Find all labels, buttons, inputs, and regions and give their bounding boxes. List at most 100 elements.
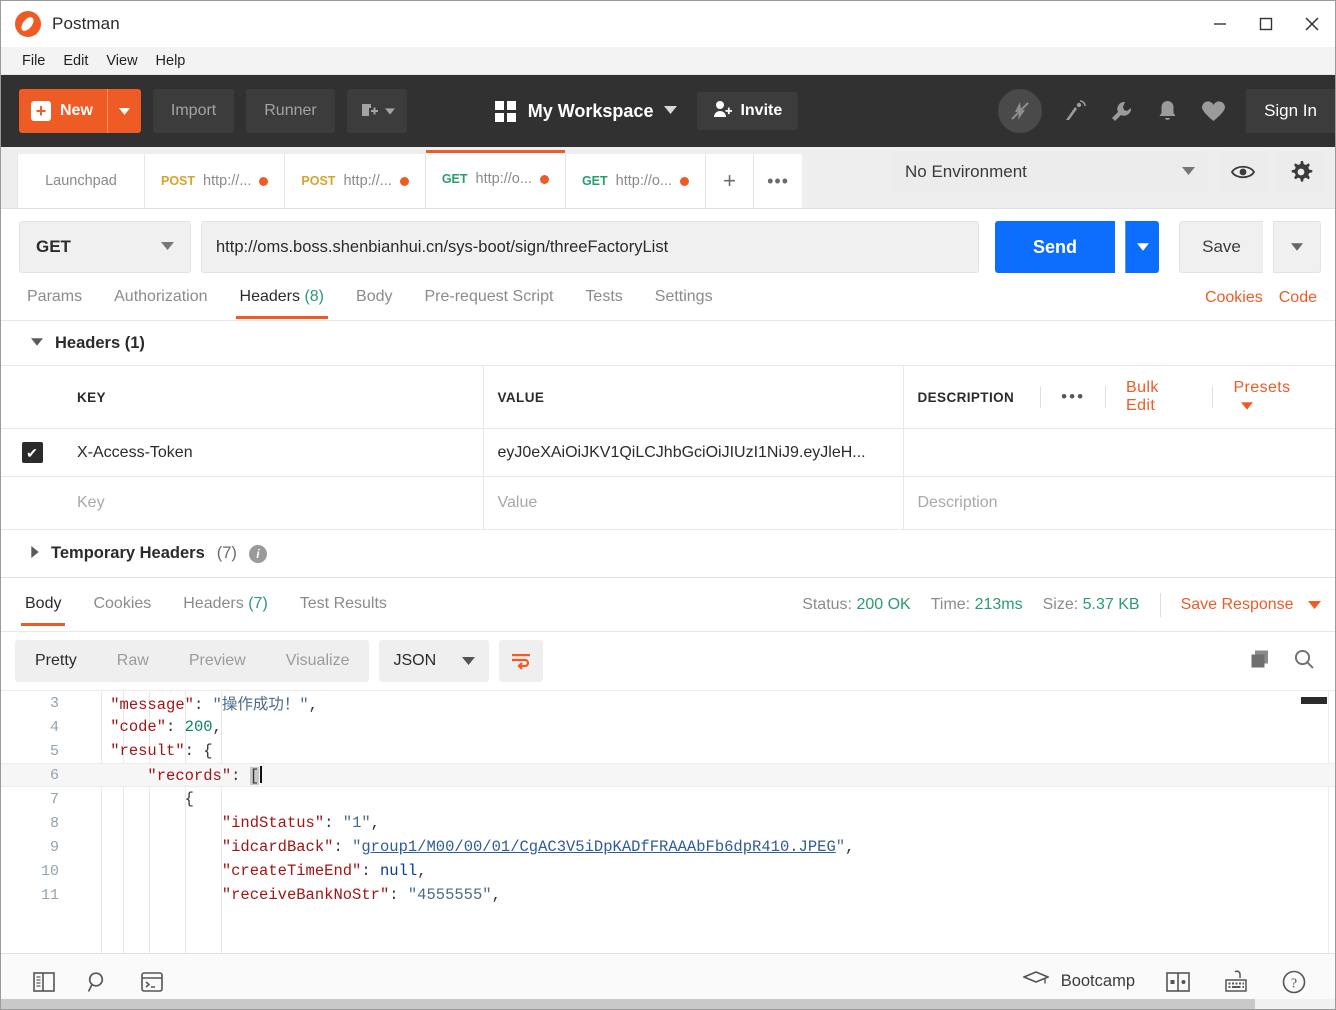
send-dropdown-caret[interactable]	[1125, 221, 1159, 273]
satellite-icon[interactable]	[1052, 88, 1098, 134]
code-line[interactable]: 8 "indStatus": "1",	[1, 811, 1335, 835]
heart-icon[interactable]	[1190, 88, 1236, 134]
table-row[interactable]: ✔ X-Access-Token eyJ0eXAiOiJKV1QiLCJhbGc…	[1, 428, 1335, 477]
environment-selector[interactable]: No Environment	[891, 151, 1209, 193]
new-tab-button[interactable]: +	[706, 154, 755, 208]
response-body-viewer[interactable]: 3 "message": "操作成功！", 4 "code": 200, 5 "re…	[1, 690, 1335, 953]
menu-help[interactable]: Help	[147, 51, 195, 71]
minimize-icon[interactable]	[1197, 1, 1243, 47]
code-line[interactable]: 3 "message": "操作成功！",	[1, 691, 1335, 715]
tab-body[interactable]: Body	[340, 278, 408, 318]
workspace-selector[interactable]: My Workspace	[494, 100, 678, 122]
tab-request-2[interactable]: POST http://...	[285, 154, 426, 208]
send-button[interactable]: Send	[995, 221, 1115, 273]
tab-params[interactable]: Params	[11, 278, 98, 318]
header-value-cell[interactable]: eyJ0eXAiOiJKV1QiLCJhbGciOiJIUzI1NiJ9.eyJ…	[483, 428, 904, 477]
tab-response-body[interactable]: Body	[9, 585, 77, 626]
tab-authorization[interactable]: Authorization	[98, 278, 223, 318]
code-line[interactable]: 5 "result": {	[1, 739, 1335, 763]
cookies-link[interactable]: Cookies	[1205, 289, 1263, 307]
tab-response-cookies[interactable]: Cookies	[77, 585, 167, 625]
tabs-more-button[interactable]: •••	[754, 154, 803, 208]
bulk-edit-button[interactable]: Bulk Edit	[1106, 379, 1212, 415]
eye-icon[interactable]	[1219, 151, 1267, 193]
new-dropdown-caret[interactable]	[106, 89, 141, 133]
row-checkbox-cell[interactable]	[1, 476, 63, 530]
method-selector[interactable]: GET	[19, 221, 191, 273]
url-input[interactable]: http://oms.boss.shenbianhui.cn/sys-boot/…	[201, 221, 979, 273]
menu-view[interactable]: View	[97, 51, 146, 71]
tab-request-1[interactable]: POST http://...	[145, 154, 286, 208]
code-line[interactable]: 11 "receiveBankNoStr": "4555555",	[1, 883, 1335, 907]
tab-settings[interactable]: Settings	[639, 278, 729, 318]
menu-bar: File Edit View Help	[1, 47, 1335, 75]
find-icon[interactable]	[71, 962, 125, 1002]
tab-tests[interactable]: Tests	[569, 278, 638, 318]
code-line[interactable]: 6 "records": [	[1, 763, 1335, 787]
invite-label: Invite	[740, 102, 783, 119]
tab-request-3-active[interactable]: GET http://o...	[425, 150, 566, 208]
tab-headers[interactable]: Headers (8)	[224, 278, 341, 319]
tab-test-results[interactable]: Test Results	[284, 585, 403, 625]
word-wrap-icon[interactable]	[499, 640, 544, 682]
new-collection-icon[interactable]	[346, 89, 407, 133]
headers-more-button[interactable]: •••	[1041, 387, 1105, 407]
save-button[interactable]: Save	[1179, 221, 1263, 273]
menu-edit[interactable]: Edit	[54, 51, 97, 71]
search-icon[interactable]	[1293, 648, 1315, 675]
new-header-key-input[interactable]: Key	[63, 476, 484, 530]
sidebar-toggle-icon[interactable]	[17, 962, 71, 1002]
table-row-empty[interactable]: Key Value Description	[1, 476, 1335, 530]
sign-in-button[interactable]: Sign In	[1246, 89, 1335, 133]
gear-icon[interactable]	[1277, 151, 1325, 193]
maximize-icon[interactable]	[1243, 1, 1289, 47]
copy-icon[interactable]	[1249, 648, 1271, 675]
column-description: DESCRIPTION ••• Bulk Edit Presets	[903, 365, 1335, 429]
keyboard-shortcuts-icon[interactable]	[1209, 962, 1263, 1002]
tab-pre-request-script[interactable]: Pre-request Script	[408, 278, 569, 318]
bell-icon[interactable]	[1144, 88, 1190, 134]
new-button[interactable]: + New	[19, 89, 141, 133]
invite-button[interactable]: Invite	[697, 92, 799, 130]
language-selector[interactable]: JSON	[379, 640, 490, 682]
temporary-headers-section[interactable]: Temporary Headers (7) i	[1, 530, 1335, 578]
bootcamp-button[interactable]: Bootcamp	[1021, 970, 1147, 993]
help-icon[interactable]: ?	[1267, 962, 1321, 1002]
import-button[interactable]: Import	[152, 89, 235, 133]
new-header-value-input[interactable]: Value	[483, 476, 904, 530]
info-icon[interactable]: i	[248, 544, 267, 563]
code-line[interactable]: 4 "code": 200,	[1, 715, 1335, 739]
code-line[interactable]: 7 {	[1, 787, 1335, 811]
code-line[interactable]: 10 "createTimeEnd": null,	[1, 859, 1335, 883]
checkbox-empty-icon[interactable]	[22, 490, 43, 511]
two-pane-layout-icon[interactable]	[1151, 962, 1205, 1002]
header-key-cell[interactable]: X-Access-Token	[63, 428, 484, 477]
chevron-down-icon	[1233, 397, 1254, 414]
format-visualize[interactable]: Visualize	[266, 652, 370, 670]
format-preview[interactable]: Preview	[169, 652, 266, 670]
save-dropdown-caret[interactable]	[1273, 221, 1321, 273]
tab-request-4[interactable]: GET http://o...	[565, 154, 707, 208]
checkbox-checked-icon[interactable]: ✔	[21, 442, 43, 463]
row-checkbox-cell[interactable]: ✔	[1, 428, 63, 477]
horizontal-scrollbar[interactable]	[1, 999, 1335, 1009]
tab-launchpad[interactable]: Launchpad	[17, 154, 145, 208]
headers-section-title[interactable]: Headers (1)	[1, 321, 1335, 365]
header-description-cell[interactable]	[903, 428, 1335, 477]
tab-response-headers[interactable]: Headers (7)	[167, 585, 284, 625]
code-link[interactable]: Code	[1279, 289, 1317, 307]
runner-button[interactable]: Runner	[246, 89, 335, 133]
wrench-icon[interactable]	[1098, 88, 1144, 134]
unsaved-dot-icon	[539, 174, 549, 184]
new-header-description-input[interactable]: Description	[903, 476, 1335, 530]
format-raw[interactable]: Raw	[97, 652, 169, 670]
code-line[interactable]: 9 "idcardBack": "group1/M00/00/01/CgAC3V…	[1, 835, 1335, 859]
format-pretty[interactable]: Pretty	[15, 652, 97, 670]
console-icon[interactable]	[125, 962, 179, 1002]
save-response-button[interactable]: Save Response	[1181, 596, 1321, 614]
postman-logo-icon	[15, 11, 41, 37]
sync-off-icon[interactable]	[998, 89, 1043, 133]
menu-file[interactable]: File	[13, 51, 54, 71]
presets-button[interactable]: Presets	[1213, 379, 1335, 415]
close-icon[interactable]	[1289, 1, 1335, 47]
